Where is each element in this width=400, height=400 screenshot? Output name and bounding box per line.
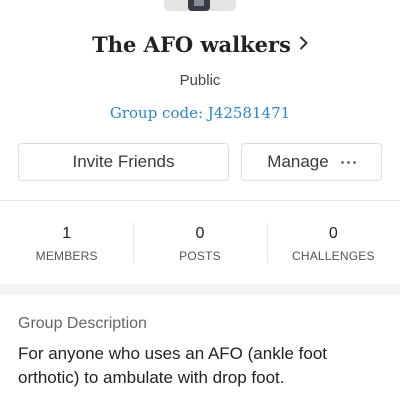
description-body: For anyone who uses an AFO (ankle foot o…	[18, 344, 328, 387]
stat-posts-value: 0	[195, 225, 205, 242]
chevron-right-icon[interactable]	[299, 36, 308, 55]
group-privacy: Public	[179, 72, 221, 89]
section-separator	[0, 284, 400, 295]
group-code-link[interactable]: Group code: J42581471	[0, 104, 400, 122]
manage-button[interactable]: Manage	[241, 143, 382, 181]
group-stats: 1 MEMBERS 0 POSTS 0 CHALLENGES	[0, 211, 400, 275]
group-title-row[interactable]: The AFO walkers	[0, 32, 400, 57]
manage-label: Manage	[267, 152, 329, 171]
description-heading: Group Description	[18, 315, 147, 332]
stat-challenges[interactable]: 0 CHALLENGES	[266, 211, 400, 275]
stat-challenges-value: 0	[328, 225, 338, 242]
stat-challenges-label: CHALLENGES	[291, 249, 375, 263]
stat-posts-label: POSTS	[179, 249, 221, 263]
stat-members-value: 1	[62, 225, 72, 242]
divider	[0, 200, 400, 201]
more-dots-icon	[340, 160, 356, 164]
stat-members[interactable]: 1 MEMBERS	[0, 211, 133, 275]
avatar-figure-detail	[194, 0, 204, 6]
group-title[interactable]: The AFO walkers	[92, 32, 291, 57]
stat-members-label: MEMBERS	[35, 249, 98, 263]
stat-posts[interactable]: 0 POSTS	[133, 211, 266, 275]
invite-friends-button[interactable]: Invite Friends	[18, 143, 229, 181]
invite-friends-label: Invite Friends	[72, 152, 175, 171]
group-avatar[interactable]	[164, 0, 236, 11]
